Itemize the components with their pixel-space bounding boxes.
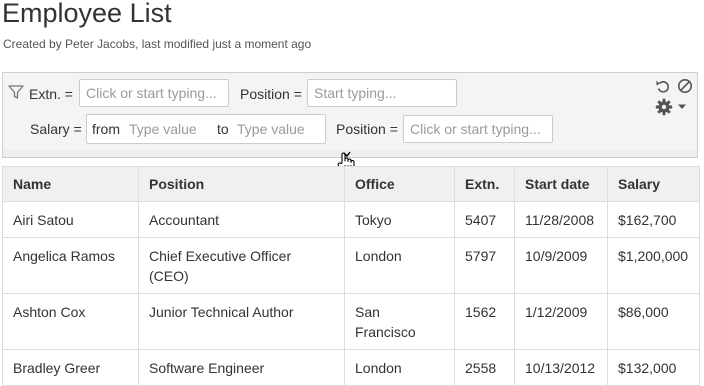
cell-name: Bradley Greer <box>2 349 139 386</box>
table-row: Ashton Cox Junior Technical Author San F… <box>2 293 700 350</box>
cell-extn: 2558 <box>454 349 515 386</box>
gear-icon[interactable] <box>655 98 673 116</box>
cell-extn: 1562 <box>454 293 515 350</box>
position-filter-2-input[interactable] <box>403 115 553 143</box>
table-row: Airi Satou Accountant Tokyo 5407 11/28/2… <box>2 201 700 238</box>
column-header-position[interactable]: Position <box>138 166 345 202</box>
cell-name: Angelica Ramos <box>2 237 139 294</box>
cell-extn: 5797 <box>454 237 515 294</box>
cell-position: Junior Technical Author <box>138 293 345 350</box>
page-title: Employee List <box>2 0 172 28</box>
cell-position: Chief Executive Officer (CEO) <box>138 237 345 294</box>
filter-panel: Extn. = Position = Salary = from to Posi… <box>2 72 698 151</box>
cell-position: Accountant <box>138 201 345 238</box>
cell-salary: $162,700 <box>607 201 700 238</box>
cell-office: London <box>344 237 455 294</box>
cell-start-date: 1/12/2009 <box>514 293 608 350</box>
column-header-office[interactable]: Office <box>344 166 455 202</box>
undo-icon[interactable] <box>655 78 671 94</box>
salary-range-filter: from to <box>86 114 326 144</box>
column-header-extn[interactable]: Extn. <box>454 166 515 202</box>
column-header-salary[interactable]: Salary <box>607 166 700 202</box>
column-header-start-date[interactable]: Start date <box>514 166 608 202</box>
salary-from-input[interactable] <box>129 118 211 140</box>
table-row: Angelica Ramos Chief Executive Officer (… <box>2 237 700 294</box>
cell-salary: $1,200,000 <box>607 237 700 294</box>
table-header-row: Name Position Office Extn. Start date Sa… <box>2 166 700 202</box>
extn-filter-label: Extn. = <box>29 86 73 102</box>
position-filter-label: Position = <box>240 86 302 102</box>
cell-salary: $86,000 <box>607 293 700 350</box>
filter-icon <box>8 85 24 99</box>
column-header-name[interactable]: Name <box>2 166 139 202</box>
cell-start-date: 11/28/2008 <box>514 201 608 238</box>
clear-filter-icon[interactable] <box>677 78 693 94</box>
salary-to-input[interactable] <box>237 118 319 140</box>
caret-down-icon[interactable] <box>677 104 687 110</box>
cell-office: San Francisco <box>344 293 455 350</box>
cell-extn: 5407 <box>454 201 515 238</box>
cell-start-date: 10/13/2012 <box>514 349 608 386</box>
position-filter-2-label: Position = <box>336 121 398 137</box>
extn-filter-input[interactable] <box>79 79 229 107</box>
salary-from-label: from <box>92 121 120 137</box>
cell-name: Ashton Cox <box>2 293 139 350</box>
cell-salary: $132,000 <box>607 349 700 386</box>
page-byline: Created by Peter Jacobs, last modified j… <box>3 37 312 51</box>
cell-office: London <box>344 349 455 386</box>
employee-table: Name Position Office Extn. Start date Sa… <box>2 166 700 386</box>
cell-office: Tokyo <box>344 201 455 238</box>
cell-start-date: 10/9/2009 <box>514 237 608 294</box>
table-row: Bradley Greer Software Engineer London 2… <box>2 349 700 386</box>
salary-to-label: to <box>217 121 229 137</box>
position-filter-input[interactable] <box>307 79 457 107</box>
cell-name: Airi Satou <box>2 201 139 238</box>
cell-position: Software Engineer <box>138 349 345 386</box>
salary-filter-label: Salary = <box>30 121 82 137</box>
